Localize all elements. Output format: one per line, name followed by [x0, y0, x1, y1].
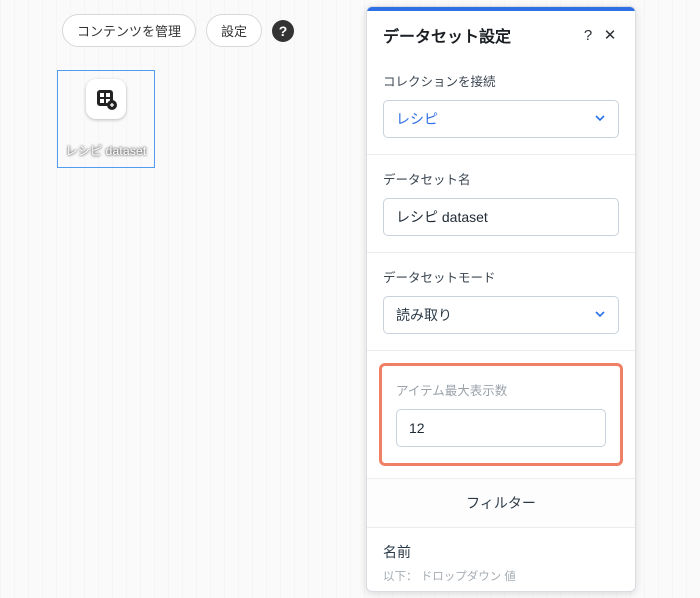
dataset-mode-select[interactable]: 読み取り	[383, 296, 619, 334]
filter-item[interactable]: 名前 以下： ドロップダウン 値	[367, 528, 635, 591]
database-grid-icon	[94, 87, 118, 111]
max-items-input[interactable]	[396, 409, 606, 447]
dataset-settings-panel: データセット設定 ? ✕ コレクションを接続 レシピ データセット名 データセッ…	[366, 6, 636, 592]
chevron-down-icon	[594, 111, 606, 127]
panel-title: データセット設定	[383, 23, 577, 47]
max-items-label: アイテム最大表示数	[396, 380, 606, 399]
max-items-field[interactable]	[409, 410, 593, 446]
filter-section-header[interactable]: フィルター	[367, 478, 635, 528]
dataset-name-input[interactable]	[383, 198, 619, 236]
dataset-mode-value: 読み取り	[396, 305, 452, 325]
connect-collection-select[interactable]: レシピ	[383, 100, 619, 138]
filter-description: 以下： ドロップダウン 値	[383, 568, 619, 584]
panel-help-icon[interactable]: ?	[577, 24, 599, 46]
dataset-name-label: データセット名	[383, 169, 619, 188]
max-items-highlight: アイテム最大表示数	[379, 363, 623, 466]
help-icon[interactable]: ?	[272, 20, 294, 42]
manage-content-button[interactable]: コンテンツを管理	[62, 14, 196, 47]
dataset-name-field[interactable]	[396, 199, 606, 235]
close-icon[interactable]: ✕	[599, 24, 621, 46]
settings-button[interactable]: 設定	[206, 14, 262, 47]
connect-collection-value: レシピ	[396, 109, 438, 129]
dataset-node-label: レシピ dataset	[58, 142, 154, 159]
dataset-mode-label: データセットモード	[383, 267, 619, 286]
dataset-node[interactable]: レシピ dataset	[57, 70, 155, 168]
connect-collection-label: コレクションを接続	[383, 71, 619, 90]
filter-name: 名前	[383, 542, 619, 562]
chevron-down-icon	[594, 307, 606, 323]
dataset-node-icon	[86, 79, 126, 119]
